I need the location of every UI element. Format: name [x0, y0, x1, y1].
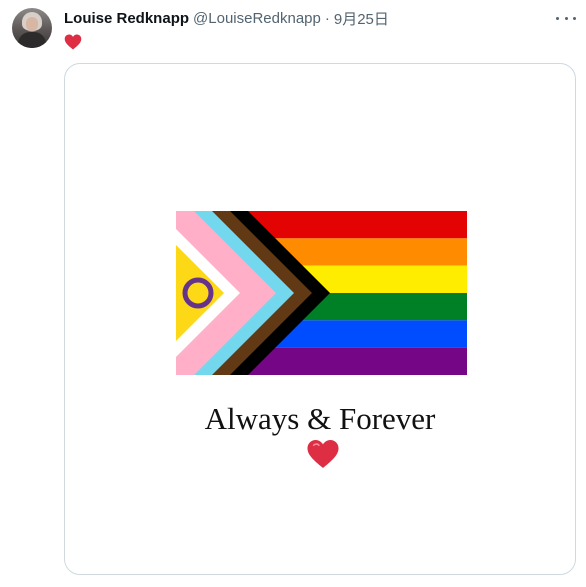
- heart-emoji-icon: [64, 34, 82, 50]
- tweet-date[interactable]: 9月25日: [334, 8, 389, 29]
- avatar[interactable]: [12, 8, 52, 48]
- avatar-face: [26, 17, 38, 31]
- pride-flag-image: [176, 211, 467, 375]
- display-name[interactable]: Louise Redknapp: [64, 10, 189, 27]
- tweet-header: Louise Redknapp @LouiseRedknapp · 9月25日: [64, 8, 389, 28]
- separator-dot: ·: [324, 9, 330, 27]
- tweet-text: [64, 31, 82, 51]
- avatar-body: [18, 32, 46, 48]
- media-card[interactable]: Always & Forever: [64, 63, 576, 575]
- heart-emoji-icon: [307, 440, 339, 468]
- media-caption: Always & Forever: [204, 401, 436, 436]
- tweet[interactable]: Louise Redknapp @LouiseRedknapp · 9月25日: [0, 0, 586, 587]
- user-handle[interactable]: @LouiseRedknapp: [193, 10, 321, 27]
- more-options-icon[interactable]: [556, 10, 576, 26]
